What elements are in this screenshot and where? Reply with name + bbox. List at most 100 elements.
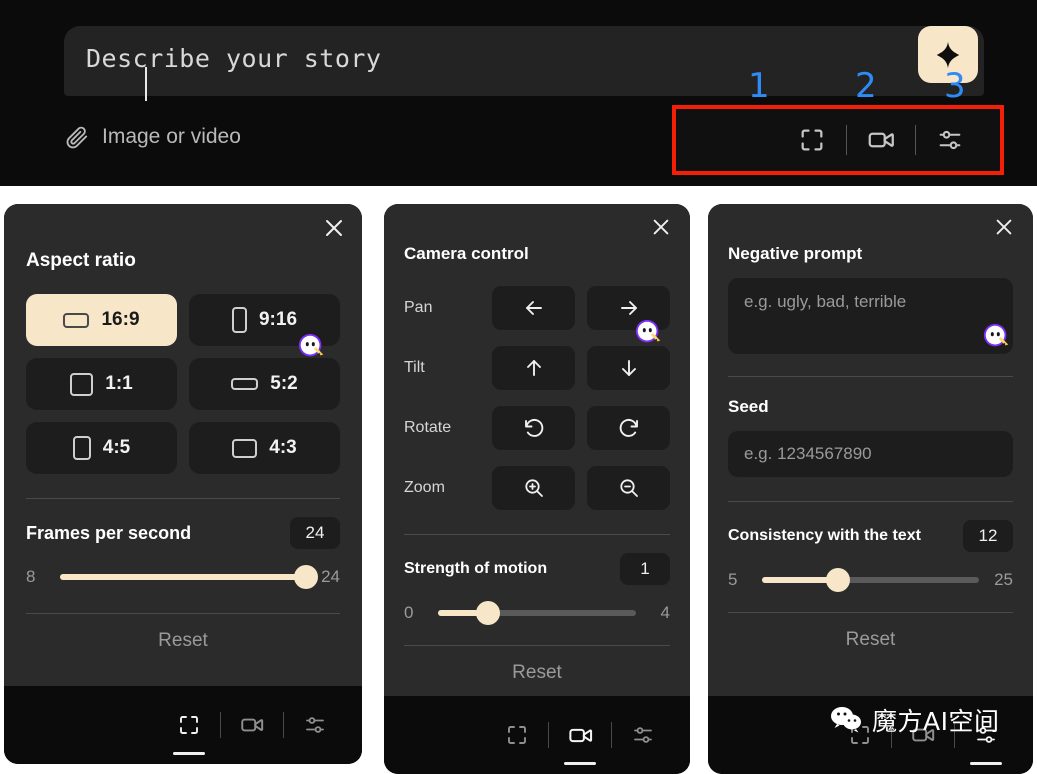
active-tab-indicator bbox=[564, 762, 596, 765]
slider-thumb[interactable] bbox=[475, 601, 500, 625]
seed-input[interactable]: e.g. 1234567890 bbox=[728, 431, 1013, 477]
portrait-tall-icon bbox=[231, 307, 247, 333]
camera-row-pan: Pan bbox=[404, 286, 670, 330]
aspect-ratio-grid: 16:9 9:16 1:1 5:2 4:5 4:3 bbox=[26, 294, 340, 474]
negative-prompt-input[interactable]: e.g. ugly, bad, terrible bbox=[728, 278, 1013, 354]
callout-number-2: 2 bbox=[855, 66, 877, 106]
section-divider bbox=[404, 534, 670, 535]
video-camera-icon bbox=[866, 125, 896, 155]
close-icon[interactable] bbox=[993, 216, 1017, 240]
prompt-input[interactable]: Describe your story bbox=[64, 26, 984, 101]
toolbar-aspect-ratio-button[interactable] bbox=[778, 126, 846, 154]
rotate-cw-button[interactable] bbox=[587, 406, 670, 450]
camera-row-zoom: Zoom bbox=[404, 466, 670, 510]
seed-title: Seed bbox=[728, 397, 769, 416]
camera-row-rotate: Rotate bbox=[404, 406, 670, 450]
reset-button[interactable]: Reset bbox=[404, 662, 670, 684]
section-divider bbox=[26, 498, 340, 499]
panel-bottom-nav bbox=[4, 686, 362, 764]
panel-bottom-nav bbox=[384, 696, 690, 774]
panel-advanced-settings: Negative prompt e.g. ugly, bad, terrible… bbox=[708, 204, 1033, 774]
camera-row-label: Tilt bbox=[404, 359, 425, 376]
square-icon bbox=[70, 372, 94, 396]
tilt-down-button[interactable] bbox=[587, 346, 670, 390]
consistency-slider[interactable] bbox=[762, 568, 979, 592]
aspect-ratio-option-5-2[interactable]: 5:2 bbox=[189, 358, 340, 410]
video-camera-icon bbox=[239, 712, 265, 738]
section-divider bbox=[404, 645, 670, 646]
nav-item-aspect-ratio[interactable] bbox=[486, 711, 548, 759]
arrow-down-icon bbox=[617, 356, 641, 380]
panels-row: Aspect ratio 16:9 9:16 1:1 5:2 4:5 4:3 F… bbox=[0, 186, 1037, 774]
rotate-cw-icon bbox=[617, 416, 641, 440]
strength-of-motion-slider-row: 0 4 bbox=[404, 601, 670, 625]
slider-max: 4 bbox=[660, 603, 670, 622]
aspect-ratio-option-16-9[interactable]: 16:9 bbox=[26, 294, 177, 346]
paperclip-icon bbox=[64, 124, 90, 150]
portrait-icon bbox=[72, 436, 91, 460]
camera-row-tilt: Tilt bbox=[404, 346, 670, 390]
close-icon[interactable] bbox=[322, 216, 346, 240]
composer-bar: Describe your story Image or video 1 2 3 bbox=[0, 0, 1037, 186]
video-camera-icon bbox=[567, 722, 594, 749]
slider-max: 25 bbox=[994, 570, 1013, 589]
strength-of-motion-label: Strength of motion bbox=[404, 560, 548, 577]
page-title: Camera control bbox=[404, 244, 529, 263]
aspect-ratio-label: 4:3 bbox=[269, 437, 297, 458]
prompt-placeholder: Describe your story bbox=[86, 44, 382, 73]
tilt-up-button[interactable] bbox=[492, 346, 575, 390]
reset-button[interactable]: Reset bbox=[26, 630, 340, 652]
zoom-in-icon bbox=[522, 476, 546, 500]
consistency-header: Consistency with the text 12 bbox=[728, 520, 1013, 552]
pan-right-button[interactable] bbox=[587, 286, 670, 330]
toolbar-camera-control-button[interactable] bbox=[847, 125, 915, 155]
camera-row-label: Pan bbox=[404, 299, 433, 316]
slider-thumb[interactable] bbox=[294, 565, 318, 589]
strength-of-motion-slider[interactable] bbox=[438, 601, 636, 625]
camera-row-label: Zoom bbox=[404, 479, 445, 496]
pan-left-button[interactable] bbox=[492, 286, 575, 330]
landscape-icon bbox=[232, 438, 258, 458]
callout-number-3: 3 bbox=[944, 66, 966, 106]
slider-min: 0 bbox=[404, 603, 414, 622]
page-title: Aspect ratio bbox=[26, 250, 136, 271]
slider-min: 5 bbox=[728, 570, 738, 589]
section-divider bbox=[728, 501, 1013, 502]
toolbar-advanced-settings-button[interactable] bbox=[916, 126, 984, 154]
page-title: Negative prompt bbox=[728, 244, 863, 263]
aspect-ratio-icon bbox=[798, 126, 826, 154]
active-tab-indicator bbox=[173, 752, 205, 755]
zoom-out-button[interactable] bbox=[587, 466, 670, 510]
aspect-ratio-option-4-3[interactable]: 4:3 bbox=[189, 422, 340, 474]
aspect-ratio-label: 9:16 bbox=[258, 309, 298, 330]
rotate-ccw-button[interactable] bbox=[492, 406, 575, 450]
section-divider bbox=[26, 613, 340, 614]
fps-label: Frames per second bbox=[26, 522, 192, 543]
nav-item-advanced-settings[interactable] bbox=[284, 701, 346, 749]
arrow-up-icon bbox=[522, 356, 546, 380]
aspect-ratio-label: 1:1 bbox=[105, 373, 133, 394]
reset-button[interactable]: Reset bbox=[728, 629, 1013, 651]
nav-item-advanced-settings[interactable] bbox=[612, 711, 674, 759]
zoom-in-button[interactable] bbox=[492, 466, 575, 510]
aspect-ratio-option-9-16[interactable]: 9:16 bbox=[189, 294, 340, 346]
aspect-ratio-option-1-1[interactable]: 1:1 bbox=[26, 358, 177, 410]
aspect-ratio-option-4-5[interactable]: 4:5 bbox=[26, 422, 177, 474]
nav-item-camera-control[interactable] bbox=[221, 701, 283, 749]
callout-number-1: 1 bbox=[748, 66, 770, 106]
nav-item-aspect-ratio[interactable] bbox=[158, 701, 220, 755]
sliders-settings-icon bbox=[631, 723, 655, 747]
nav-item-camera-control[interactable] bbox=[549, 711, 611, 765]
close-icon[interactable] bbox=[650, 216, 674, 240]
attach-media-button[interactable]: Image or video bbox=[64, 124, 241, 150]
aspect-ratio-icon bbox=[177, 713, 201, 737]
aspect-ratio-label: 4:5 bbox=[102, 437, 131, 458]
slider-thumb[interactable] bbox=[825, 568, 850, 592]
fps-slider-min: 8 bbox=[26, 567, 36, 586]
wechat-icon bbox=[830, 705, 866, 735]
aspect-ratio-label: 16:9 bbox=[101, 309, 140, 330]
toolbar-highlight-box bbox=[672, 105, 1004, 175]
aspect-ratio-label: 5:2 bbox=[270, 373, 298, 394]
arrow-left-icon bbox=[522, 296, 546, 320]
fps-slider[interactable] bbox=[60, 565, 318, 589]
